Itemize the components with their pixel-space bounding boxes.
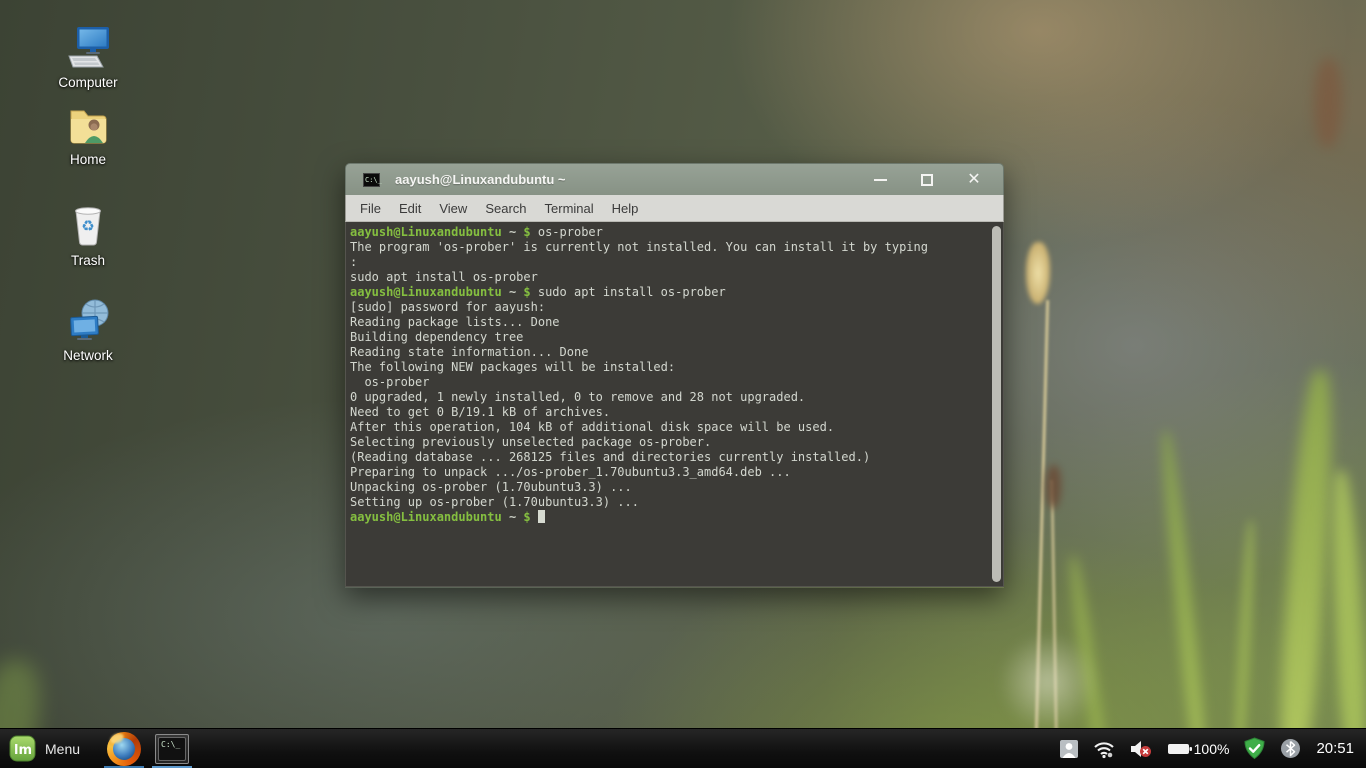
terminal-window: C:\_ aayush@Linuxandubuntu ~ ✕ File Edit… [345,163,1004,588]
update-shield-icon [1243,737,1266,760]
terminal-output-line: Reading state information... Done [350,345,987,360]
terminal-output-line: 0 upgraded, 1 newly installed, 0 to remo… [350,390,987,405]
maximize-button[interactable] [910,167,944,193]
bluetooth-applet[interactable] [1273,729,1308,768]
network-icon [64,297,112,345]
terminal-cursor [538,510,545,523]
taskbar: lm Menu C:\_ [0,728,1366,768]
home-folder-icon [64,101,112,149]
firefox-icon [107,732,141,766]
terminal-icon: C:\_ [158,737,186,761]
minimize-button[interactable] [863,167,897,193]
active-window-frame: C:\_ [155,734,189,764]
terminal-output-line: Selecting previously unselected package … [350,435,987,450]
trash-icon: ♻ [64,202,112,250]
battery-percent-label: 100% [1194,741,1230,757]
terminal-prompt-line: aayush@Linuxandubuntu ~ $ [350,510,987,525]
bluetooth-icon [1280,738,1301,759]
menu-file[interactable]: File [351,201,390,216]
clock[interactable]: 20:51 [1308,740,1366,757]
volume-muted-icon [1129,738,1153,760]
terminal-prompt-line: aayush@Linuxandubuntu ~ $ sudo apt insta… [350,285,987,300]
desktop-icon-label: Home [70,152,106,167]
minimize-icon [874,179,887,181]
bokeh-highlight [998,632,1098,732]
scrollbar-thumb[interactable] [992,226,1001,582]
battery-applet[interactable]: 100% [1160,729,1237,768]
terminal-output-line: sudo apt install os-prober [350,270,987,285]
desktop-icon-home[interactable]: Home [46,101,130,169]
window-titlebar[interactable]: C:\_ aayush@Linuxandubuntu ~ ✕ [345,163,1004,195]
desktop: Computer Home ♻ Trash Network [0,0,1366,768]
terminal-prompt-line: aayush@Linuxandubuntu ~ $ os-prober [350,225,987,240]
menu-view[interactable]: View [430,201,476,216]
menu-edit[interactable]: Edit [390,201,430,216]
menu-help[interactable]: Help [603,201,648,216]
svg-text:lm: lm [14,743,32,758]
terminal-output-line: Unpacking os-prober (1.70ubuntu3.3) ... [350,480,987,495]
wifi-icon [1093,739,1115,759]
desktop-icon-computer[interactable]: Computer [46,24,130,92]
user-applet[interactable] [1052,729,1086,768]
terminal-output-line: : [350,255,987,270]
terminal-output-line: os-prober [350,375,987,390]
maximize-icon [921,174,933,186]
terminal-output-line: (Reading database ... 268125 files and d… [350,450,987,465]
volume-applet[interactable] [1122,729,1160,768]
desktop-icon-network[interactable]: Network [46,297,130,365]
terminal-menubar: File Edit View Search Terminal Help [345,195,1004,222]
network-applet[interactable] [1086,729,1122,768]
computer-icon [63,24,113,72]
window-controls: ✕ [850,167,991,193]
update-manager-applet[interactable] [1236,729,1273,768]
terminal-output-line: After this operation, 104 kB of addition… [350,420,987,435]
terminal-output-line: The program 'os-prober' is currently not… [350,240,987,255]
terminal-output-line: [sudo] password for aayush: [350,300,987,315]
terminal-output-line: Reading package lists... Done [350,315,987,330]
terminal-output-line: Setting up os-prober (1.70ubuntu3.3) ... [350,495,987,510]
terminal-output: aayush@Linuxandubuntu ~ $ os-proberThe p… [350,225,987,525]
desktop-icon-label: Network [63,348,113,363]
terminal-app-icon: C:\_ [363,173,380,187]
close-button[interactable]: ✕ [957,167,991,193]
desktop-icon-label: Trash [71,253,105,268]
terminal-output-line: Preparing to unpack .../os-prober_1.70ub… [350,465,987,480]
terminal-taskbar-button[interactable]: C:\_ [150,729,194,768]
terminal-output-line: Building dependency tree [350,330,987,345]
menu-button-label: Menu [45,741,80,757]
firefox-launcher[interactable] [102,729,146,768]
menu-terminal[interactable]: Terminal [536,201,603,216]
desktop-icon-trash[interactable]: ♻ Trash [46,202,130,270]
svg-text:♻: ♻ [81,217,94,235]
terminal-content[interactable]: aayush@Linuxandubuntu ~ $ os-proberThe p… [345,222,1004,587]
user-icon [1059,739,1079,759]
menu-search[interactable]: Search [476,201,535,216]
mint-logo-icon: lm [9,735,36,762]
battery-icon [1167,741,1193,757]
close-icon: ✕ [967,172,980,188]
mint-menu-button[interactable]: lm Menu [0,729,90,768]
system-tray: 100% 20:51 [1052,729,1366,768]
desktop-icon-label: Computer [58,75,117,90]
terminal-output-line: The following NEW packages will be insta… [350,360,987,375]
window-title: aayush@Linuxandubuntu ~ [395,172,850,187]
terminal-output-line: Need to get 0 B/19.1 kB of archives. [350,405,987,420]
